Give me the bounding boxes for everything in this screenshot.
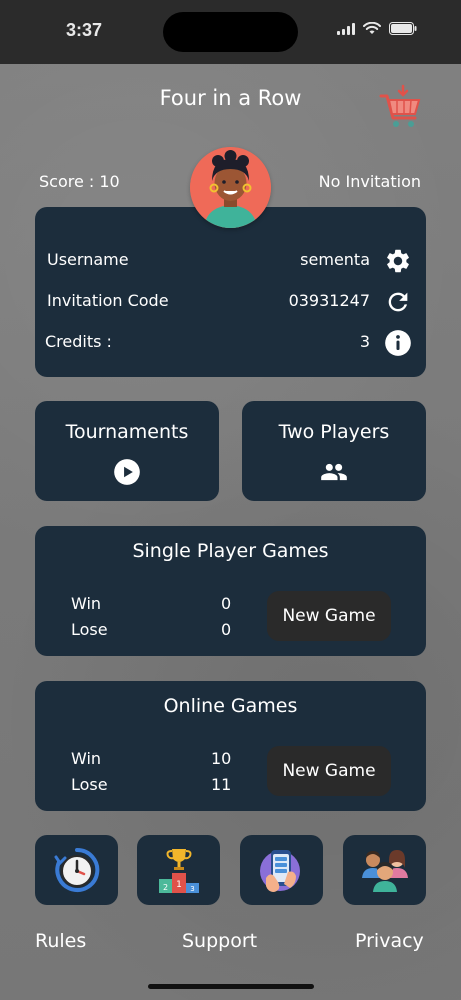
rules-link[interactable]: Rules — [35, 930, 86, 952]
refresh-code-button[interactable] — [384, 288, 412, 316]
phone-hand-icon — [259, 850, 300, 892]
play-icon — [114, 459, 140, 485]
single-lose-label: Lose — [71, 620, 108, 639]
account-card: Username sementa Invitation Code 0393124… — [35, 207, 426, 377]
privacy-link[interactable]: Privacy — [355, 930, 424, 952]
leaderboard-button[interactable]: 1 2 3 — [137, 835, 220, 905]
info-icon — [385, 330, 411, 356]
two-players-button[interactable]: Two Players — [242, 401, 426, 501]
status-bar: 3:37 — [0, 0, 461, 64]
online-games-card: Online Games Win 10 Lose 11 New Game — [35, 681, 426, 811]
online-win-value: 10 — [211, 749, 232, 768]
svg-text:1: 1 — [176, 880, 182, 890]
online-lose-value: 11 — [211, 775, 232, 794]
credits-value: 3 — [359, 332, 370, 351]
dynamic-island — [163, 12, 298, 52]
group-icon — [321, 463, 347, 481]
single-win-label: Win — [71, 594, 102, 613]
gear-icon — [387, 249, 409, 273]
friends-button[interactable] — [343, 835, 426, 905]
status-icons — [337, 22, 417, 35]
online-new-game-button[interactable]: New Game — [267, 746, 391, 796]
invitation-code-value: 03931247 — [288, 291, 370, 310]
tournaments-button[interactable]: Tournaments — [35, 401, 219, 501]
tournaments-label: Tournaments — [65, 421, 189, 443]
podium-trophy-icon: 1 2 3 — [158, 849, 199, 893]
invitation-code-row: Invitation Code 03931247 — [35, 287, 426, 317]
support-link[interactable]: Support — [182, 930, 257, 952]
invitation-code-label: Invitation Code — [47, 291, 169, 310]
phone-button[interactable] — [240, 835, 323, 905]
credits-info-button[interactable] — [384, 329, 412, 357]
username-row: Username sementa — [35, 246, 426, 276]
status-time: 3:37 — [66, 20, 103, 40]
svg-text:3: 3 — [190, 885, 194, 893]
shopping-cart-icon — [379, 84, 421, 127]
credits-row: Credits : 3 — [35, 328, 426, 358]
single-lose-value: 0 — [221, 620, 232, 639]
battery-icon — [389, 22, 417, 35]
single-player-title: Single Player Games — [132, 540, 329, 562]
wifi-icon — [363, 22, 381, 34]
online-games-title: Online Games — [163, 695, 298, 717]
history-clock-icon — [54, 847, 99, 892]
single-new-game-button[interactable]: New Game — [267, 591, 391, 641]
refresh-icon — [388, 292, 408, 312]
settings-button[interactable] — [384, 247, 412, 275]
signal-icon — [337, 22, 355, 35]
history-button[interactable] — [35, 835, 118, 905]
online-win-label: Win — [71, 749, 102, 768]
friends-icon — [361, 850, 408, 892]
avatar[interactable] — [190, 147, 271, 228]
shop-button[interactable] — [377, 84, 423, 130]
single-player-card: Single Player Games Win 0 Lose 0 New Gam… — [35, 526, 426, 656]
username-value: sementa — [300, 250, 370, 269]
home-indicator[interactable] — [148, 984, 314, 989]
online-lose-label: Lose — [71, 775, 108, 794]
username-label: Username — [47, 250, 129, 269]
avatar-icon — [190, 147, 271, 228]
score-label: Score : 10 — [39, 172, 120, 191]
credits-label: Credits : — [45, 332, 112, 351]
svg-text:2: 2 — [162, 883, 167, 892]
invitation-status[interactable]: No Invitation — [319, 172, 421, 191]
single-win-value: 0 — [221, 594, 232, 613]
two-players-label: Two Players — [278, 421, 390, 443]
